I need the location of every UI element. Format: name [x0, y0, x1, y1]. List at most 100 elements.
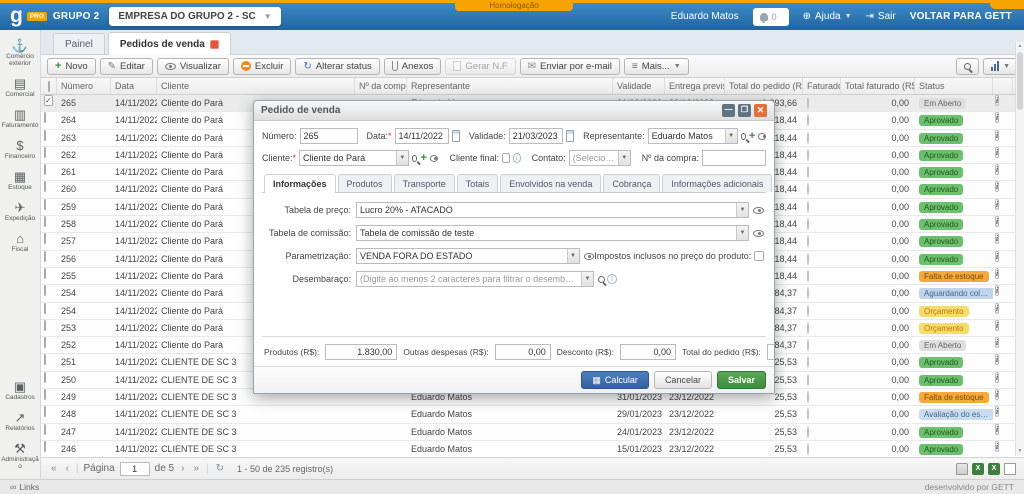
- dialog-tab-transporte[interactable]: Transporte: [394, 174, 455, 192]
- row-info-button[interactable]: i: [995, 285, 999, 296]
- company-selector[interactable]: EMPRESA DO GRUPO 2 - SC ▼: [109, 7, 280, 26]
- representante-select[interactable]: Eduardo Matos ▼: [648, 128, 738, 144]
- row-checkbox[interactable]: [44, 233, 46, 244]
- row-info-button[interactable]: i: [995, 268, 999, 279]
- cliente-select[interactable]: Cliente do Pará ▼: [299, 150, 409, 166]
- view-icon[interactable]: [758, 133, 766, 140]
- row-info-button[interactable]: i: [995, 130, 999, 141]
- dialog-tab-produtos[interactable]: Produtos: [338, 174, 392, 192]
- column-header-2[interactable]: Data: [111, 78, 157, 94]
- dialog-tab-envolvidos-na-venda[interactable]: Envolvidos na venda: [500, 174, 601, 192]
- table-row[interactable]: 24614/11/2022CLIENTE DE SC 3Eduardo Mato…: [41, 441, 1024, 457]
- sidebar-item-comercial[interactable]: ▤Comercial: [0, 76, 40, 98]
- page-number-input[interactable]: [120, 462, 150, 476]
- row-info-button[interactable]: i: [995, 424, 999, 435]
- tabela-comissao-select[interactable]: Tabela de comissão de teste ▼: [356, 225, 749, 241]
- column-header-11[interactable]: Status: [915, 78, 993, 94]
- row-info-button[interactable]: i: [995, 389, 999, 400]
- column-header-6[interactable]: Validade: [613, 78, 665, 94]
- search-icon[interactable]: [598, 276, 605, 283]
- view-icon[interactable]: [753, 230, 764, 237]
- view-icon[interactable]: [753, 207, 764, 214]
- sidebar-item-fiscal[interactable]: ⌂Fiscal: [0, 231, 40, 253]
- contato-select[interactable]: (Selecione) ▼: [569, 150, 631, 166]
- data-input[interactable]: [395, 128, 449, 144]
- column-header-4[interactable]: Nº da compra: [355, 78, 407, 94]
- scrollbar-thumb[interactable]: [1017, 52, 1023, 110]
- outras-despesas-input[interactable]: [495, 344, 551, 360]
- row-checkbox[interactable]: [44, 285, 46, 296]
- row-checkbox[interactable]: [44, 216, 46, 227]
- column-header-1[interactable]: Número: [57, 78, 111, 94]
- search-button[interactable]: [956, 58, 979, 75]
- links-label[interactable]: Links: [19, 482, 39, 492]
- dialog-tab-informações[interactable]: Informações: [264, 174, 336, 193]
- excluir-button[interactable]: Excluir: [233, 58, 292, 75]
- sidebar-item-cadastros[interactable]: ▣Cadastros: [0, 379, 40, 401]
- column-header-7[interactable]: Entrega prevista: [665, 78, 725, 94]
- view-icon[interactable]: [584, 253, 595, 260]
- tabela-preco-select[interactable]: Lucro 20% - ATACADO ▼: [356, 202, 749, 218]
- impostos-checkbox[interactable]: [754, 251, 764, 261]
- row-info-button[interactable]: i: [995, 320, 999, 331]
- column-header-5[interactable]: Representante: [407, 78, 613, 94]
- maximize-icon[interactable]: ❐: [738, 104, 751, 117]
- mais-button[interactable]: ≡Mais...▼: [624, 58, 689, 75]
- row-info-button[interactable]: i: [995, 112, 999, 123]
- help-menu[interactable]: ⊕ Ajuda ▼: [803, 11, 852, 22]
- row-checkbox[interactable]: [44, 389, 46, 400]
- row-checkbox[interactable]: [44, 199, 46, 210]
- calcular-button[interactable]: ▦ Calcular: [581, 371, 649, 389]
- print-icon[interactable]: [956, 463, 968, 475]
- alterar-status-button[interactable]: ↻Alterar status: [295, 58, 379, 75]
- row-info-button[interactable]: i: [995, 181, 999, 192]
- parametrizacao-select[interactable]: VENDA FORA DO ESTADO ▼: [356, 248, 580, 264]
- compra-input[interactable]: [702, 150, 766, 166]
- row-checkbox[interactable]: [44, 424, 46, 435]
- column-header-8[interactable]: Total do pedido (R$): [725, 78, 803, 94]
- vertical-scrollbar[interactable]: ▲ ▼: [1015, 42, 1024, 456]
- scroll-down-arrow[interactable]: ▼: [1016, 447, 1024, 456]
- salvar-button[interactable]: Salvar: [717, 371, 766, 389]
- visualizar-button[interactable]: Visualizar: [157, 58, 229, 75]
- editar-button[interactable]: ✎Editar: [100, 58, 153, 75]
- row-info-button[interactable]: i: [995, 95, 999, 106]
- sidebar-item-administracao[interactable]: ⚒Administração: [0, 441, 40, 470]
- enviar-por-email-button[interactable]: ✉Enviar por e-mail: [520, 58, 620, 75]
- row-checkbox[interactable]: [44, 181, 46, 192]
- row-checkbox[interactable]: [44, 251, 46, 262]
- chart-view-button[interactable]: ▼: [983, 58, 1018, 75]
- row-checkbox[interactable]: [44, 441, 46, 452]
- row-info-button[interactable]: i: [995, 216, 999, 227]
- column-header-9[interactable]: Faturado: [803, 78, 841, 94]
- row-checkbox[interactable]: [44, 406, 46, 417]
- calendar-icon[interactable]: [566, 130, 574, 142]
- notifications-button[interactable]: 0: [753, 8, 789, 26]
- validade-input[interactable]: [509, 128, 563, 144]
- numero-input[interactable]: [300, 128, 358, 144]
- close-icon[interactable]: ✕: [754, 104, 767, 117]
- sidebar-item-estoque[interactable]: ▦Estoque: [0, 169, 40, 191]
- cancelar-button[interactable]: Cancelar: [654, 371, 712, 389]
- export-document-icon[interactable]: [1004, 463, 1016, 475]
- calendar-icon[interactable]: [452, 130, 460, 142]
- first-page-button[interactable]: «: [49, 463, 59, 474]
- export-excel-icon[interactable]: X: [972, 463, 984, 475]
- dialog-tab-informações-adicionais[interactable]: Informações adicionais: [662, 174, 772, 192]
- row-checkbox[interactable]: [44, 268, 46, 279]
- row-info-button[interactable]: i: [995, 233, 999, 244]
- desembaraco-select[interactable]: (Digite ao menos 2 caracteres para filtr…: [356, 271, 594, 287]
- anexos-button[interactable]: Anexos: [384, 58, 442, 75]
- prev-page-button[interactable]: ‹: [64, 463, 71, 474]
- cliente-final-checkbox[interactable]: [502, 153, 510, 163]
- row-info-button[interactable]: i: [995, 354, 999, 365]
- total-pedido-input[interactable]: [767, 344, 774, 360]
- row-info-button[interactable]: i: [995, 147, 999, 158]
- produtos-input[interactable]: [325, 344, 397, 360]
- row-info-button[interactable]: i: [995, 337, 999, 348]
- row-info-button[interactable]: i: [995, 406, 999, 417]
- row-checkbox[interactable]: [44, 147, 46, 158]
- refresh-icon[interactable]: ↻: [214, 463, 226, 474]
- dialog-tab-totais[interactable]: Totais: [457, 174, 499, 192]
- sidebar-item-expedicao[interactable]: ✈Expedição: [0, 200, 40, 222]
